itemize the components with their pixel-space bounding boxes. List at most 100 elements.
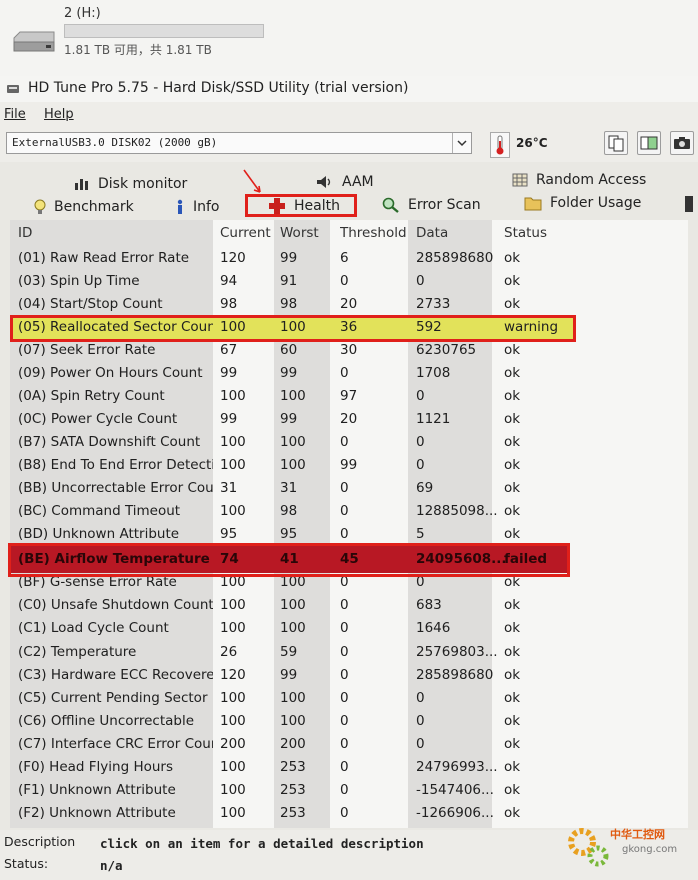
cell-data: 0 [416,457,425,473]
cell-current: 120 [220,667,246,683]
tab-error-scan[interactable]: Error Scan [382,197,481,213]
table-row[interactable]: (F0) Head Flying Hours 100 253 0 24796993...… [10,756,688,779]
cell-status: ok [504,342,521,358]
cell-current: 100 [220,759,246,775]
drive-select-value: ExternalUSB3.0 DISK02 (2000 gB) [12,136,218,149]
cell-worst: 100 [280,434,306,450]
header-current[interactable]: Current [220,225,271,241]
screenshot-button[interactable] [670,131,694,155]
cell-threshold: 0 [340,526,349,542]
table-row[interactable]: (BC) Command Timeout 100 98 0 12885098... ok [10,500,688,523]
cell-id: (C6) Offline Uncorrectable [18,713,195,729]
table-row[interactable]: (C1) Load Cycle Count 100 100 0 1646 ok [10,617,688,640]
cell-data: 285898680 [416,667,494,683]
table-row[interactable]: (C5) Current Pending Sector 100 100 0 0 ok [10,687,688,710]
tab-info[interactable]: Info [175,199,220,215]
gear-icon [568,828,609,867]
description-value: click on an item for a detailed descript… [100,836,424,851]
cell-worst: 253 [280,805,306,821]
cell-status: ok [504,713,521,729]
cell-threshold: 0 [340,273,349,289]
table-header: ID Current Worst Threshold Data Status [10,222,688,245]
cell-id: (01) Raw Read Error Rate [18,250,190,266]
header-data[interactable]: Data [416,225,448,241]
cell-id: (F2) Unknown Attribute [18,805,176,821]
cell-data: 285898680 [416,250,494,266]
cell-threshold: 0 [340,644,349,660]
cell-data: 5 [416,526,425,542]
table-row[interactable]: (C3) Hardware ECC Recovered 120 99 0 2858986… [10,664,688,687]
table-row[interactable]: (C6) Offline Uncorrectable 100 100 0 0 ok [10,710,688,733]
table-row[interactable]: (BB) Uncorrectable Error Count 31 31 0 69 ok [10,477,688,500]
cell-threshold: 99 [340,457,358,473]
cell-worst: 253 [280,759,306,775]
speaker-icon [317,176,331,188]
table-row[interactable]: (01) Raw Read Error Rate 120 99 6 285898680 o… [10,247,688,270]
cell-current: 99 [220,411,238,427]
tab-aam[interactable]: AAM [316,174,374,190]
table-row[interactable]: (C0) Unsafe Shutdown Count 100 100 0 683 ok [10,594,688,617]
table-row[interactable]: (F1) Unknown Attribute 100 253 0 -1547406...… [10,779,688,802]
drive-select[interactable]: ExternalUSB3.0 DISK02 (2000 gB) [6,132,472,154]
header-id[interactable]: ID [18,225,32,241]
cell-worst: 100 [280,713,306,729]
cell-id: (04) Start/Stop Count [18,296,163,312]
cell-current: 100 [220,713,246,729]
health-tab-highlight [245,194,357,217]
cell-current: 100 [220,782,246,798]
cell-threshold: 0 [340,597,349,613]
table-row[interactable]: (0C) Power Cycle Count 99 99 20 1121 ok [10,408,688,431]
table-row[interactable]: (B8) End To End Error Detecti... 100 100 99… [10,454,688,477]
menu-help[interactable]: Help [44,107,74,122]
menu-bar: File Help [0,102,698,129]
menu-file[interactable]: File [4,107,26,122]
tab-overflow-icon[interactable] [684,195,694,213]
cell-worst: 59 [280,644,298,660]
table-row[interactable]: (04) Start/Stop Count 98 98 20 2733 ok [10,293,688,316]
tab-benchmark[interactable]: Benchmark [34,199,134,215]
table-row[interactable]: (B7) SATA Downshift Count 100 100 0 0 ok [10,431,688,454]
cell-data: 2733 [416,296,451,312]
cell-worst: 99 [280,365,298,381]
cell-worst: 100 [280,597,306,613]
cell-worst: 200 [280,736,306,752]
table-row[interactable]: (C2) Temperature 26 59 0 25769803... ok [10,641,688,664]
cell-worst: 98 [280,296,298,312]
header-status[interactable]: Status [504,225,547,241]
status-value: n/a [100,858,123,873]
cell-threshold: 0 [340,782,349,798]
warning-annotation-box [10,315,576,342]
cell-id: (C0) Unsafe Shutdown Count [18,597,213,613]
cell-id: (C2) Temperature [18,644,137,660]
cell-threshold: 30 [340,342,358,358]
cell-threshold: 97 [340,388,358,404]
cell-status: ok [504,296,521,312]
cell-current: 100 [220,690,246,706]
table-row[interactable]: (07) Seek Error Rate 67 60 30 6230765 ok [10,339,688,362]
cell-status: ok [504,597,521,613]
table-row[interactable]: (0A) Spin Retry Count 100 100 97 0 ok [10,385,688,408]
tab-folder-usage[interactable]: Folder Usage [524,195,641,211]
bar-chart-icon [75,179,88,190]
toolbar: ExternalUSB3.0 DISK02 (2000 gB) 26°C [0,128,698,162]
cell-id: (03) Spin Up Time [18,273,140,289]
cell-data: 0 [416,273,425,289]
table-row[interactable]: (C7) Interface CRC Error Count 200 200 0 0 ok [10,733,688,756]
tab-random-access[interactable]: Random Access [512,172,646,188]
explorer-drive-entry[interactable]: 2 (H:) 1.81 TB 可用，共 1.81 TB [0,0,698,77]
table-row[interactable]: (09) Power On Hours Count 99 99 0 1708 ok [10,362,688,385]
compare-button[interactable] [637,131,661,155]
header-worst[interactable]: Worst [280,225,319,241]
header-threshold[interactable]: Threshold [340,225,407,241]
magnifier-icon [382,197,399,213]
cell-current: 100 [220,805,246,821]
table-row[interactable]: (03) Spin Up Time 94 91 0 0 ok [10,270,688,293]
cell-worst: 99 [280,411,298,427]
cell-current: 99 [220,365,238,381]
chevron-down-icon[interactable] [452,133,471,153]
tab-disk-monitor[interactable]: Disk monitor [74,176,187,192]
cell-threshold: 0 [340,480,349,496]
copy-button[interactable] [604,131,628,155]
cell-status: ok [504,620,521,636]
cell-worst: 99 [280,250,298,266]
